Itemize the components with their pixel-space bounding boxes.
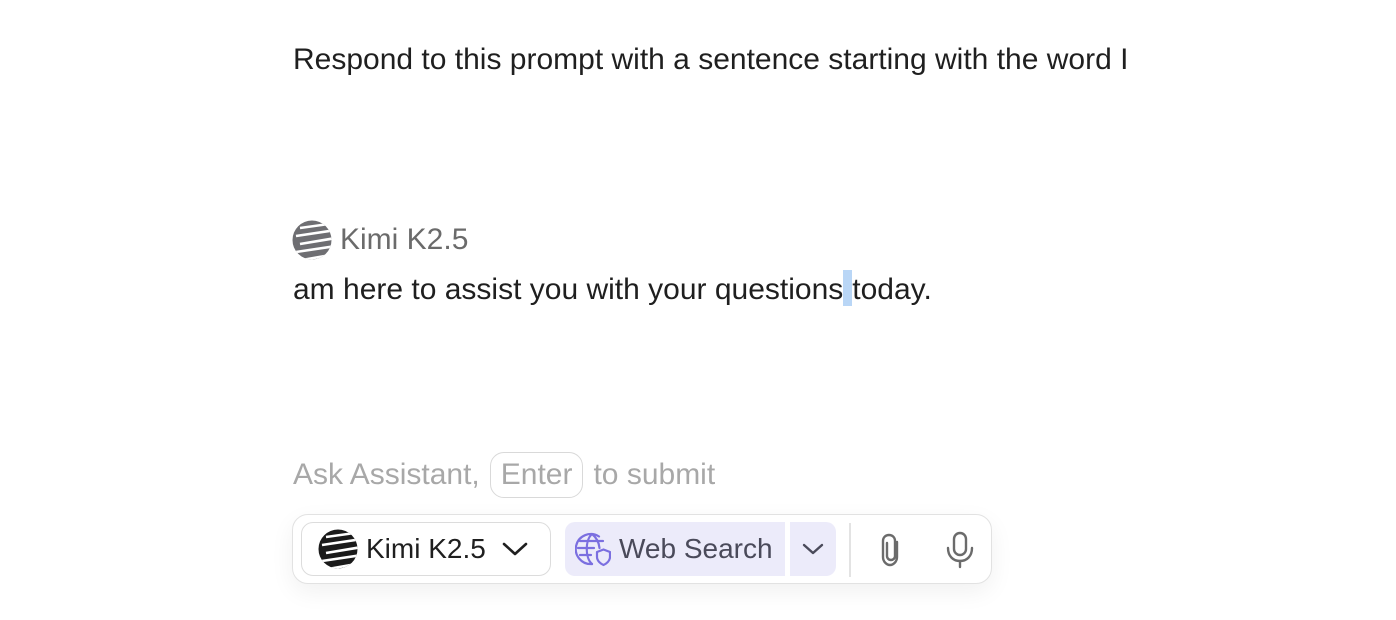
kimi-logo-icon	[292, 220, 332, 260]
composer-input[interactable]: Ask Assistant, Enter to submit	[293, 451, 715, 499]
composer-toolbar: Kimi K2.5 Web Search	[292, 514, 992, 584]
globe-shield-icon	[575, 531, 611, 567]
chevron-down-icon	[802, 542, 824, 556]
assistant-model-name: Kimi K2.5	[340, 223, 469, 256]
composer-placeholder-prefix: Ask Assistant,	[293, 458, 480, 491]
toolbar-divider	[849, 523, 851, 577]
user-message: Respond to this prompt with a sentence s…	[293, 43, 1129, 76]
composer-placeholder-suffix: to submit	[593, 458, 716, 491]
assistant-message-tail: today.	[852, 273, 932, 306]
chevron-down-icon	[502, 541, 528, 557]
assistant-message: am here to assist you with your question…	[293, 270, 932, 310]
web-search-label: Web Search	[619, 533, 773, 564]
enter-key-hint: Enter	[489, 452, 584, 498]
voice-input-button[interactable]	[937, 527, 983, 573]
attach-file-button[interactable]	[869, 527, 915, 573]
microphone-icon	[945, 531, 975, 569]
model-selector-button[interactable]: Kimi K2.5	[301, 522, 551, 576]
assistant-header: Kimi K2.5	[292, 219, 468, 261]
web-search-options-button[interactable]	[790, 522, 836, 576]
model-selector-label: Kimi K2.5	[366, 533, 486, 564]
text-selection-highlight	[843, 270, 853, 306]
assistant-message-text: am here to assist you with your question…	[293, 273, 844, 306]
paperclip-icon	[877, 532, 907, 568]
kimi-logo-icon	[318, 529, 358, 569]
chat-page: Respond to this prompt with a sentence s…	[0, 0, 1396, 620]
web-search-toggle[interactable]: Web Search	[565, 522, 785, 576]
